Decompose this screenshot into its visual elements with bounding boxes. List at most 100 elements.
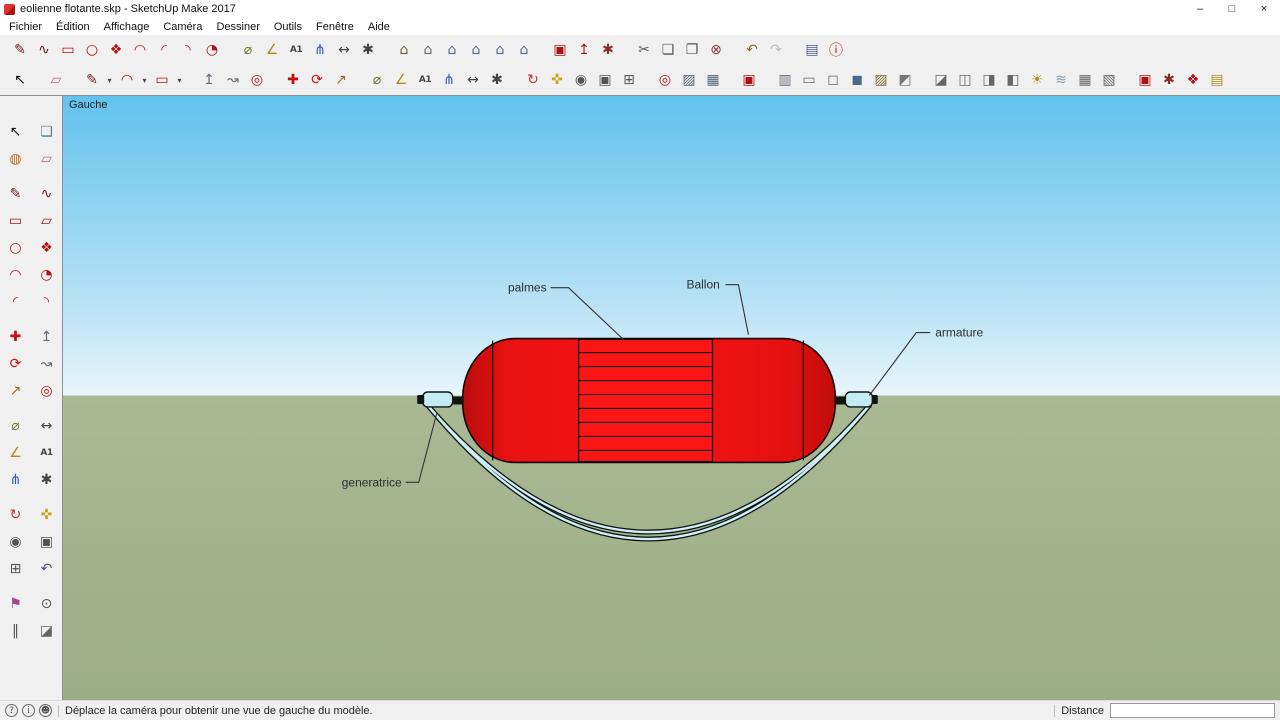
scale-tool-icon[interactable]: ↗ [329, 68, 353, 92]
preferences-icon[interactable]: ▤ [1205, 68, 1229, 92]
arc-dropdown-caret-icon[interactable]: ▾ [139, 68, 150, 92]
axes-tool-icon[interactable]: ⋔ [437, 68, 461, 92]
dimensions-tool-icon[interactable]: ↔ [461, 68, 485, 92]
shaded-style-icon[interactable]: ◼ [845, 68, 869, 92]
eraser-tool-icon[interactable]: ▱ [35, 147, 59, 171]
display-section-cuts-icon[interactable]: ◨ [977, 68, 1001, 92]
styles-panel-icon[interactable]: ▤ [800, 38, 824, 62]
dimensions-tool-icon[interactable]: ↔ [332, 38, 356, 62]
view-left-icon[interactable]: ⌂ [488, 38, 512, 62]
undo-icon[interactable]: ↶ [740, 38, 764, 62]
model-info-icon[interactable]: ⓘ [824, 38, 848, 62]
circle-tool-icon[interactable]: ○ [80, 38, 104, 62]
eraser-tool-icon[interactable]: ▱ [44, 68, 68, 92]
follow-me-tool-icon[interactable]: ↝ [221, 68, 245, 92]
menu-edition[interactable]: Édition [49, 20, 97, 34]
freehand-tool-icon[interactable]: ∿ [32, 38, 56, 62]
protractor-icon[interactable]: ∠ [389, 68, 413, 92]
3d-text-tool-icon[interactable]: ✱ [35, 468, 59, 492]
pie-tool-icon[interactable]: ◔ [35, 263, 59, 287]
polygon-tool-icon[interactable]: ❖ [35, 236, 59, 260]
previous-view-icon[interactable]: ↶ [35, 557, 59, 581]
display-section-planes-icon[interactable]: ◫ [953, 68, 977, 92]
circle-tool-icon[interactable]: ○ [4, 236, 28, 260]
display-section-fill-icon[interactable]: ◧ [1001, 68, 1025, 92]
rotated-rectangle-tool-icon[interactable]: ▱ [35, 209, 59, 233]
toggle-terrain-icon[interactable]: ▨ [677, 68, 701, 92]
tape-measure-icon[interactable]: ⌀ [365, 68, 389, 92]
measurement-input[interactable] [1110, 703, 1275, 718]
add-location-icon[interactable]: ◎ [653, 68, 677, 92]
zoom-tool-icon[interactable]: ◉ [569, 68, 593, 92]
3d-text-tool-icon[interactable]: ✱ [356, 38, 380, 62]
menu-fichier[interactable]: Fichier [2, 20, 49, 34]
info-icon[interactable]: i [22, 704, 35, 717]
rotate-tool-icon[interactable]: ⟳ [4, 352, 28, 376]
rectangle-tool-icon[interactable]: ▭ [4, 209, 28, 233]
view-front-icon[interactable]: ⌂ [440, 38, 464, 62]
3d-warehouse-icon[interactable]: ▣ [737, 68, 761, 92]
select-tool-icon[interactable]: ↖ [4, 120, 28, 144]
text-tool-icon[interactable]: A1 [35, 441, 59, 465]
shadows-icon[interactable]: ☀ [1025, 68, 1049, 92]
line-tool-icon[interactable]: ✎ [80, 68, 104, 92]
follow-me-tool-icon[interactable]: ↝ [35, 352, 59, 376]
walk-tool-icon[interactable]: ‖ [4, 619, 28, 643]
view-back-icon[interactable]: ⌂ [512, 38, 536, 62]
zoom-extents-tool-icon[interactable]: ⊞ [617, 68, 641, 92]
account-icon[interactable]: ☻ [39, 704, 52, 717]
orbit-tool-icon[interactable]: ↻ [521, 68, 545, 92]
help-icon[interactable]: ? [5, 704, 18, 717]
pan-tool-icon[interactable]: ✜ [35, 503, 59, 527]
close-button[interactable]: × [1248, 0, 1280, 18]
text-tool-icon[interactable]: A1 [413, 68, 437, 92]
wireframe-style-icon[interactable]: ▭ [797, 68, 821, 92]
maximize-button[interactable]: □ [1216, 0, 1248, 18]
menu-affichage[interactable]: Affichage [97, 20, 157, 34]
zoom-tool-icon[interactable]: ◉ [4, 530, 28, 554]
extension-warehouse-icon[interactable]: ✱ [596, 38, 620, 62]
menu-fenetre[interactable]: Fenêtre [309, 20, 361, 34]
pie-tool-icon[interactable]: ◔ [200, 38, 224, 62]
three-point-arc-tool-icon[interactable]: ◝ [176, 38, 200, 62]
shapes-tool-icon[interactable]: ▭ [150, 68, 174, 92]
two-point-arc-tool-icon[interactable]: ◜ [4, 290, 28, 314]
section-plane-icon[interactable]: ◪ [929, 68, 953, 92]
offset-tool-icon[interactable]: ◎ [35, 379, 59, 403]
shapes-dropdown-caret-icon[interactable]: ▾ [174, 68, 185, 92]
view-right-icon[interactable]: ⌂ [464, 38, 488, 62]
extension-warehouse-icon[interactable]: ✱ [1157, 68, 1181, 92]
push-pull-tool-icon[interactable]: ↥ [35, 325, 59, 349]
axes-tool-icon[interactable]: ⋔ [308, 38, 332, 62]
offset-tool-icon[interactable]: ◎ [245, 68, 269, 92]
tape-measure-icon[interactable]: ⌀ [236, 38, 260, 62]
view-top-icon[interactable]: ⌂ [416, 38, 440, 62]
line-tool-icon[interactable]: ✎ [8, 38, 32, 62]
arc-tool-icon[interactable]: ◠ [4, 263, 28, 287]
paste-icon[interactable]: ❐ [680, 38, 704, 62]
push-pull-tool-icon[interactable]: ↥ [197, 68, 221, 92]
x-ray-style-icon[interactable]: ▥ [773, 68, 797, 92]
rotate-tool-icon[interactable]: ⟳ [305, 68, 329, 92]
two-point-arc-tool-icon[interactable]: ◜ [152, 38, 176, 62]
menu-outils[interactable]: Outils [267, 20, 309, 34]
dimensions-tool-icon[interactable]: ↔ [35, 414, 59, 438]
monochrome-style-icon[interactable]: ◩ [893, 68, 917, 92]
three-point-arc-tool-icon[interactable]: ◝ [35, 290, 59, 314]
arc-tool-icon[interactable]: ◠ [115, 68, 139, 92]
zoom-extents-tool-icon[interactable]: ⊞ [4, 557, 28, 581]
polygon-tool-icon[interactable]: ❖ [104, 38, 128, 62]
minimize-button[interactable]: – [1184, 0, 1216, 18]
select-tool-icon[interactable]: ↖ [8, 68, 32, 92]
fog-icon[interactable]: ≋ [1049, 68, 1073, 92]
share-model-icon[interactable]: ↥ [572, 38, 596, 62]
pan-tool-icon[interactable]: ✜ [545, 68, 569, 92]
menu-camera[interactable]: Caméra [156, 20, 209, 34]
position-camera-icon[interactable]: ⚑ [4, 592, 28, 616]
line-tool-icon[interactable]: ✎ [4, 182, 28, 206]
edit-matched-photo-icon[interactable]: ▧ [1097, 68, 1121, 92]
text-tool-icon[interactable]: A1 [284, 38, 308, 62]
scale-tool-icon[interactable]: ↗ [4, 379, 28, 403]
redo-icon[interactable]: ↷ [764, 38, 788, 62]
copy-icon[interactable]: ❏ [656, 38, 680, 62]
